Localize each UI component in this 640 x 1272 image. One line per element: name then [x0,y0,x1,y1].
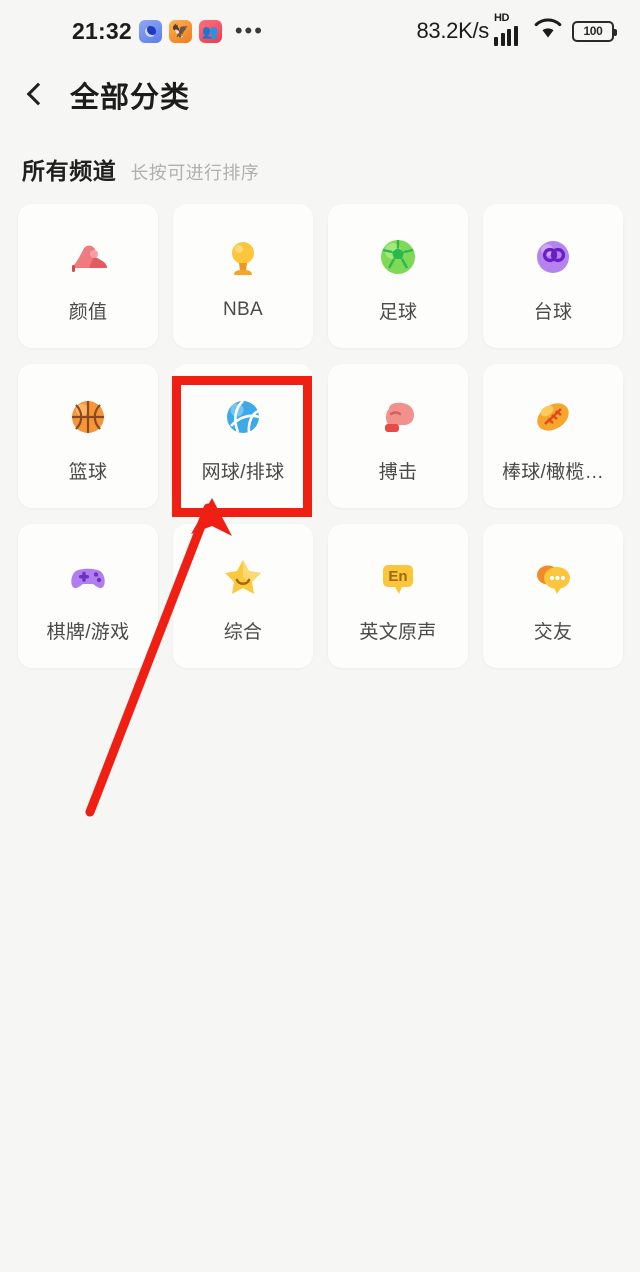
channel-label: 英文原声 [359,621,437,643]
channel-label: 棒球/橄榄… [501,461,605,483]
high-heel-icon [60,229,116,285]
navigation-bar: 全部分类 [0,62,640,128]
trophy-icon [215,231,271,287]
channel-label: 网球/排球 [201,461,285,483]
back-chevron-icon[interactable] [22,82,48,108]
status-time: 21:32 [72,17,132,44]
boxing-glove-icon [370,389,426,445]
channel-label: 综合 [223,621,263,643]
section-header: 所有频道 长按可进行排序 [0,128,640,204]
battery-icon: 100 [572,20,617,42]
channel-tile-fighting[interactable]: 搏击 [328,364,468,508]
channel-tile-billiards[interactable]: 台球 [483,204,623,348]
channel-tile-basketball[interactable]: 篮球 [18,364,158,508]
svg-text:En: En [388,568,407,585]
status-overflow-icon: ••• [234,18,264,44]
section-title: 所有频道 [22,158,117,184]
battery-level-label: 100 [583,24,603,38]
gamepad-icon [60,549,116,605]
network-speed-label: 83.2K/s [416,18,489,43]
channel-label: 搏击 [378,461,418,483]
channel-tile-soccer[interactable]: 足球 [328,204,468,348]
english-badge-icon: En [370,549,426,605]
hd-label: HD [494,12,509,24]
channel-tile-tennis-volleyball[interactable]: 网球/排球 [173,364,313,508]
section-hint: 长按可进行排序 [130,163,260,183]
channel-label: 棋牌/游戏 [46,621,130,643]
channel-label: 颜值 [68,301,108,323]
volleyball-icon [215,389,271,445]
channel-label: NBA [223,299,263,320]
channel-label: 台球 [533,301,573,323]
status-bar-right: 83.2K/s HD 100 [416,12,617,46]
channel-tile-friends[interactable]: 交友 [483,524,623,668]
channel-tile-general[interactable]: 综合 [173,524,313,668]
basketball-icon [60,389,116,445]
football-icon [525,389,581,445]
star-icon [215,549,271,605]
soccer-ball-icon [370,229,426,285]
channel-tile-baseball-rugby[interactable]: 棒球/橄榄… [483,364,623,508]
wifi-icon [533,17,563,45]
billiards-ball-icon [525,229,581,285]
app-badge-red-icon: 👥 [198,19,222,43]
channel-tile-english[interactable]: En 英文原声 [328,524,468,668]
channel-label: 足球 [378,301,418,323]
channel-grid: 颜值 NBA 足球 台球 篮球 网球/排球 搏击 棒球/橄榄… 棋牌/游戏 综合… [0,204,640,668]
channel-label: 交友 [533,621,573,643]
page-title: 全部分类 [70,82,191,114]
status-bar-left: 21:32 🦅 👥 ••• [72,18,264,45]
status-bar: 21:32 🦅 👥 ••• 83.2K/s HD 100 [0,0,640,62]
channel-tile-yanzhi[interactable]: 颜值 [18,204,158,348]
chat-bubbles-icon [525,549,581,605]
channel-tile-boardgames[interactable]: 棋牌/游戏 [18,524,158,668]
app-badge-blue-icon [138,19,162,43]
channel-tile-nba[interactable]: NBA [173,204,313,348]
app-badge-orange-icon: 🦅 [168,19,192,43]
cellular-signal-icon: HD [494,12,524,46]
channel-label: 篮球 [68,461,108,483]
